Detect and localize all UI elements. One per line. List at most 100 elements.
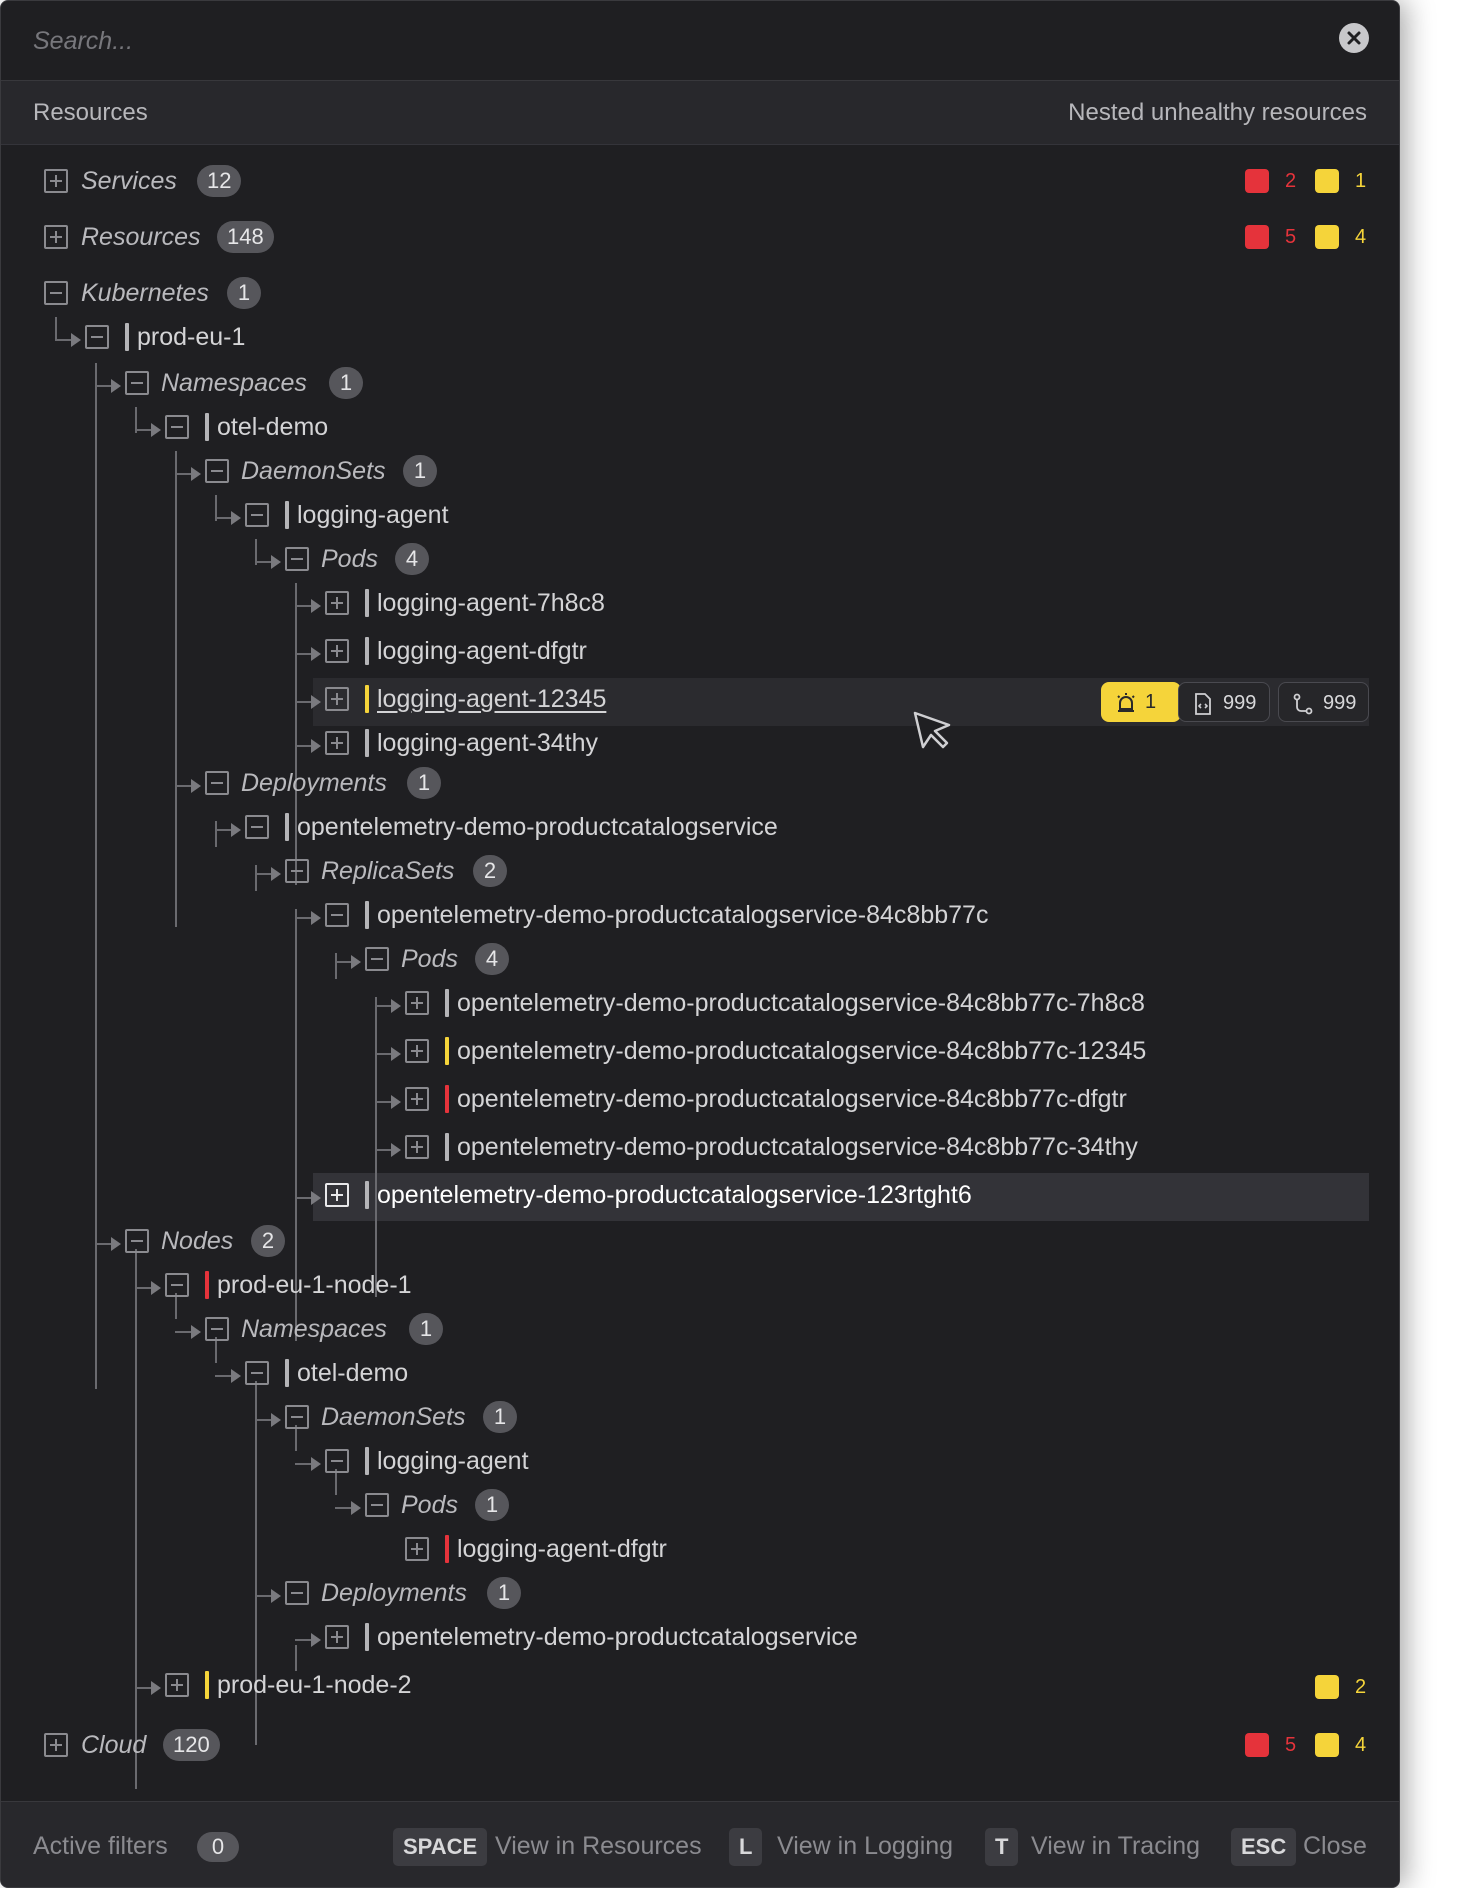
node-daemonsets-count: 1: [483, 1401, 517, 1433]
services-label[interactable]: Services: [81, 167, 177, 196]
nodes-label[interactable]: Nodes: [161, 1227, 233, 1256]
alerts-chip[interactable]: 1: [1101, 682, 1181, 722]
deployment-item[interactable]: opentelemetry-demo-productcatalogservice: [297, 813, 778, 842]
rs-pod-item[interactable]: opentelemetry-demo-productcatalogservice…: [457, 989, 1145, 1018]
collapse-nodes-toggle[interactable]: [125, 1229, 149, 1253]
replicaset-item[interactable]: opentelemetry-demo-productcatalogservice…: [377, 901, 988, 930]
view-in-logging-shortcut[interactable]: View in Logging: [777, 1832, 953, 1861]
resources-label[interactable]: Resources: [81, 223, 201, 252]
expand-pod-toggle[interactable]: [405, 1039, 429, 1063]
status-bar: [365, 1447, 369, 1475]
close-shortcut[interactable]: Close: [1303, 1832, 1367, 1861]
rs-pod-item[interactable]: opentelemetry-demo-productcatalogservice…: [457, 1037, 1146, 1066]
collapse-cluster-toggle[interactable]: [85, 325, 109, 349]
branch-arrow-icon: [311, 695, 321, 709]
tree-connector: [175, 451, 177, 927]
namespaces-label[interactable]: Namespaces: [161, 369, 307, 398]
collapse-deployment-toggle[interactable]: [245, 815, 269, 839]
replicaset-item-selected[interactable]: opentelemetry-demo-productcatalogservice…: [377, 1181, 972, 1210]
node-pod-item[interactable]: logging-agent-dfgtr: [457, 1535, 667, 1564]
branch-arrow-icon: [311, 1457, 321, 1471]
pod-item[interactable]: logging-agent-34thy: [377, 729, 598, 758]
rs-pods-label[interactable]: Pods: [401, 945, 458, 974]
space-key-badge: SPACE: [393, 1828, 488, 1866]
node-daemonset-logging-agent[interactable]: logging-agent: [377, 1447, 529, 1476]
pod-item[interactable]: logging-agent-7h8c8: [377, 589, 605, 618]
collapse-node-daemonsets-toggle[interactable]: [285, 1405, 309, 1429]
node-item[interactable]: prod-eu-1-node-2: [217, 1671, 412, 1700]
active-filters-count: 0: [197, 1832, 239, 1862]
node-pods-label[interactable]: Pods: [401, 1491, 458, 1520]
cloud-label[interactable]: Cloud: [81, 1731, 146, 1760]
logs-count: 999: [1223, 692, 1257, 714]
status-bar-warning: [365, 685, 369, 713]
expand-pod-toggle[interactable]: [325, 591, 349, 615]
collapse-daemonset-toggle[interactable]: [245, 503, 269, 527]
expand-resources-toggle[interactable]: [44, 225, 68, 249]
close-button[interactable]: [1339, 23, 1369, 53]
logs-chip[interactable]: 999: [1178, 682, 1270, 722]
expand-node-deployment-toggle[interactable]: [325, 1625, 349, 1649]
active-filters-label[interactable]: Active filters: [33, 1832, 168, 1861]
collapse-replicasets-toggle[interactable]: [285, 859, 309, 883]
namespace-otel-demo[interactable]: otel-demo: [217, 413, 328, 442]
collapse-node-namespaces-toggle[interactable]: [205, 1317, 229, 1341]
traces-chip[interactable]: 999: [1278, 682, 1369, 722]
expand-services-toggle[interactable]: [44, 169, 68, 193]
collapse-node-toggle[interactable]: [165, 1273, 189, 1297]
expand-pod-toggle[interactable]: [405, 1537, 429, 1561]
column-header: Resources Nested unhealthy resources: [1, 81, 1399, 145]
unhealthy-yellow-indicator: [1315, 1733, 1339, 1757]
collapse-rs-pods-toggle[interactable]: [365, 947, 389, 971]
daemonset-logging-agent[interactable]: logging-agent: [297, 501, 449, 530]
expand-pod-toggle[interactable]: [325, 687, 349, 711]
branch-arrow-icon: [311, 599, 321, 613]
node-deployment-item[interactable]: opentelemetry-demo-productcatalogservice: [377, 1623, 858, 1652]
branch-arrow-icon: [71, 333, 81, 347]
pods-label[interactable]: Pods: [321, 545, 378, 574]
view-in-tracing-shortcut[interactable]: View in Tracing: [1031, 1832, 1200, 1861]
node-namespace-otel-demo[interactable]: otel-demo: [297, 1359, 408, 1388]
services-red-count: 2: [1285, 170, 1297, 192]
node-namespaces-label[interactable]: Namespaces: [241, 1315, 387, 1344]
rs-pod-item[interactable]: opentelemetry-demo-productcatalogservice…: [457, 1133, 1138, 1162]
branch-arrow-icon: [231, 823, 241, 837]
pod-item[interactable]: logging-agent-dfgtr: [377, 637, 587, 666]
node-daemonsets-label[interactable]: DaemonSets: [321, 1403, 466, 1432]
status-bar: [285, 813, 289, 841]
deployments-label[interactable]: Deployments: [241, 769, 387, 798]
collapse-namespace-toggle[interactable]: [165, 415, 189, 439]
expand-pod-toggle[interactable]: [405, 991, 429, 1015]
expand-replicaset-toggle[interactable]: [325, 1183, 349, 1207]
collapse-node-namespace-toggle[interactable]: [245, 1361, 269, 1385]
collapse-pods-toggle[interactable]: [285, 547, 309, 571]
kubernetes-label[interactable]: Kubernetes: [81, 279, 209, 308]
branch-arrow-icon: [191, 1325, 201, 1339]
expand-pod-toggle[interactable]: [325, 639, 349, 663]
view-in-resources-shortcut[interactable]: View in Resources: [495, 1832, 702, 1861]
expand-pod-toggle[interactable]: [405, 1135, 429, 1159]
pod-item-hovered[interactable]: logging-agent-12345: [377, 685, 606, 714]
node-item[interactable]: prod-eu-1-node-1: [217, 1271, 412, 1300]
status-bar: [365, 1181, 369, 1209]
expand-pod-toggle[interactable]: [325, 731, 349, 755]
branch-arrow-icon: [191, 779, 201, 793]
expand-pod-toggle[interactable]: [405, 1087, 429, 1111]
daemonsets-label[interactable]: DaemonSets: [241, 457, 386, 486]
node-deployments-label[interactable]: Deployments: [321, 1579, 467, 1608]
cluster-label[interactable]: prod-eu-1: [137, 323, 245, 352]
search-input[interactable]: [33, 21, 1293, 61]
collapse-node-pods-toggle[interactable]: [365, 1493, 389, 1517]
rs-pod-item[interactable]: opentelemetry-demo-productcatalogservice…: [457, 1085, 1127, 1114]
replicasets-label[interactable]: ReplicaSets: [321, 857, 454, 886]
tree-connector: [95, 363, 97, 1389]
collapse-namespaces-toggle[interactable]: [125, 371, 149, 395]
collapse-daemonsets-toggle[interactable]: [205, 459, 229, 483]
expand-node-toggle[interactable]: [165, 1673, 189, 1697]
collapse-deployments-toggle[interactable]: [205, 771, 229, 795]
collapse-node-daemonset-toggle[interactable]: [325, 1449, 349, 1473]
collapse-node-deployments-toggle[interactable]: [285, 1581, 309, 1605]
collapse-kubernetes-toggle[interactable]: [44, 281, 68, 305]
collapse-replicaset-toggle[interactable]: [325, 903, 349, 927]
expand-cloud-toggle[interactable]: [44, 1733, 68, 1757]
